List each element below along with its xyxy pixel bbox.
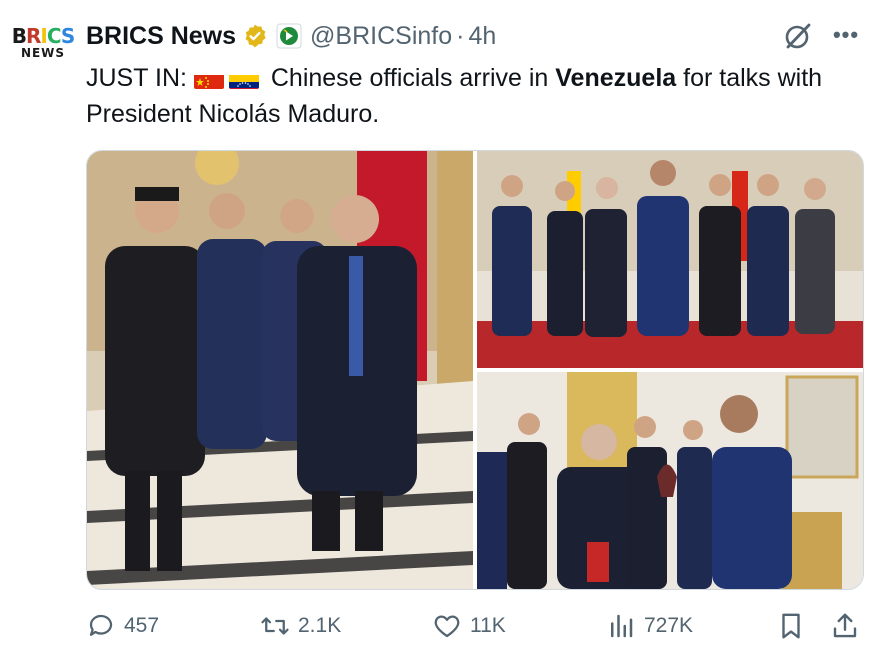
tweet-body-start: Chinese officials arrive in <box>270 64 549 92</box>
share-icon <box>833 613 857 638</box>
tweet-header: BRICS News @BRICSinfo · 4h <box>86 18 496 54</box>
tweet-text: JUST IN: Chinese officials arrive in Ven… <box>86 60 866 132</box>
user-handle[interactable]: @BRICSinfo <box>310 22 452 51</box>
affiliate-badge-icon[interactable] <box>276 23 302 49</box>
reply-count: 457 <box>124 614 160 637</box>
views-count: 727K <box>644 614 694 637</box>
tweet-bold-word: Venezuela <box>555 64 677 92</box>
repost-count: 2.1K <box>298 614 342 637</box>
repost-button[interactable]: 2.1K <box>260 606 341 646</box>
repost-icon <box>261 617 289 635</box>
heart-icon <box>434 615 460 638</box>
photo-officials-walking[interactable] <box>87 151 473 589</box>
grok-icon[interactable] <box>782 20 814 52</box>
more-icon[interactable]: ••• <box>830 22 862 48</box>
like-button[interactable]: 11K <box>432 606 506 646</box>
china-flag-icon <box>193 69 224 89</box>
verified-badge-icon[interactable] <box>242 23 268 49</box>
like-count: 11K <box>470 614 506 637</box>
bookmark-button[interactable] <box>776 606 806 646</box>
photo-gift-exchange[interactable] <box>477 372 863 589</box>
tweet-prefix: JUST IN: <box>86 64 187 92</box>
avatar-logo-text: BRICS <box>11 24 76 48</box>
photo-group-portrait[interactable] <box>477 151 863 368</box>
share-button[interactable] <box>830 606 860 646</box>
display-name[interactable]: BRICS News <box>86 22 236 51</box>
media-grid <box>86 150 864 590</box>
action-bar: 457 2.1K 11K 727K <box>86 606 862 646</box>
reply-icon <box>89 614 113 636</box>
separator-dot: · <box>456 21 465 50</box>
reply-button[interactable]: 457 <box>86 606 159 646</box>
bookmark-icon <box>782 613 800 639</box>
timestamp[interactable]: 4h <box>468 22 496 51</box>
avatar[interactable]: BRICS NEWS <box>10 26 76 74</box>
views-button[interactable]: 727K <box>606 606 693 646</box>
views-icon <box>611 614 633 638</box>
venezuela-flag-icon <box>228 69 259 89</box>
avatar-logo-subtext: NEWS <box>20 46 66 60</box>
